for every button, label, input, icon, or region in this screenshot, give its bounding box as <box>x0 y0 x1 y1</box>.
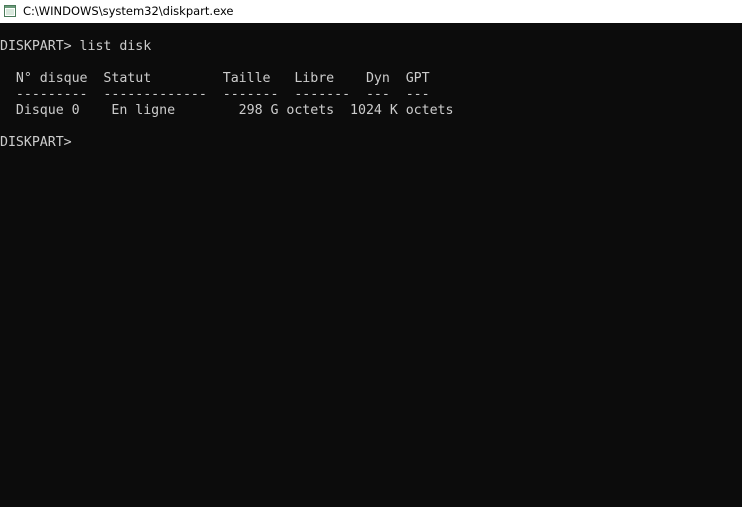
window-title: C:\WINDOWS\system32\diskpart.exe <box>23 4 234 18</box>
console-window-icon <box>4 5 16 17</box>
console-output[interactable]: DISKPART> list disk N° disque Statut Tai… <box>0 23 742 507</box>
title-bar[interactable]: C:\WINDOWS\system32\diskpart.exe <box>0 0 742 23</box>
diskpart-window: C:\WINDOWS\system32\diskpart.exe DISKPAR… <box>0 0 742 507</box>
table-header: N° disque Statut Taille Libre Dyn GPT <box>0 71 430 86</box>
command-line: DISKPART> list disk <box>0 39 152 54</box>
table-separator: --------- ------------- ------- ------- … <box>0 87 430 102</box>
table-row: Disque 0 En ligne 298 G octets 1024 K oc… <box>0 103 454 118</box>
prompt-line[interactable]: DISKPART> <box>0 135 80 151</box>
